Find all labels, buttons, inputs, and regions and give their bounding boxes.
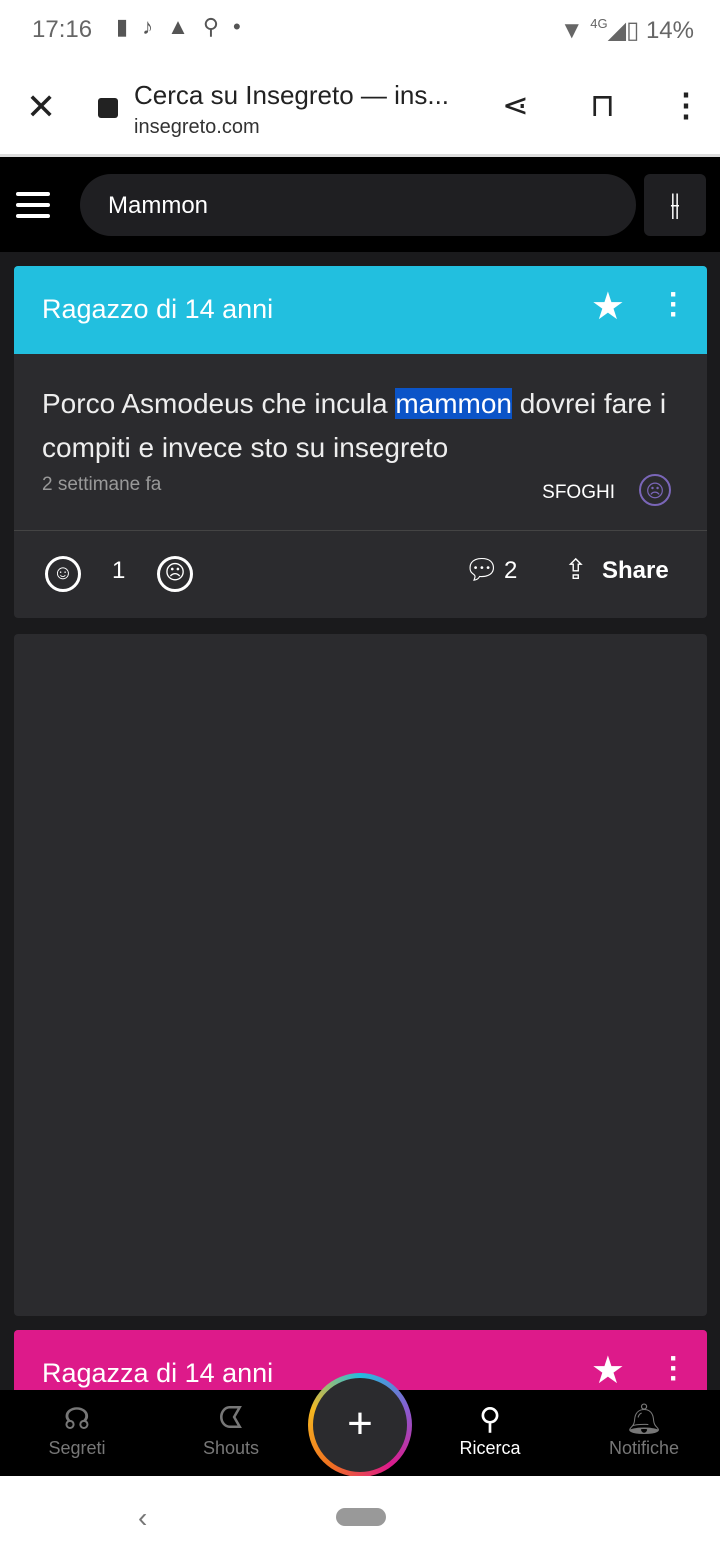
star-icon[interactable]: ★ (591, 284, 625, 329)
hamburger-menu-icon[interactable] (16, 192, 50, 225)
more-icon[interactable]: · · · (669, 280, 679, 330)
share-button[interactable]: Share (602, 557, 669, 585)
post-actions: ☺ 1 ☹ 💬︎ 2 ⇪ Share (14, 530, 707, 618)
search-icon: ⚲ (479, 1403, 501, 1436)
post-card: Ragazzo di 14 anni ★ · · · Porco Asmodeus … (14, 266, 707, 618)
post-header: Ragazzo di 14 anni ★ · · · (14, 266, 707, 354)
signal-icon: ◢ (607, 17, 627, 44)
status-time: 17:16 (32, 16, 93, 43)
post-meta: 2 settimane fa SFOGHI ☹ (14, 474, 707, 520)
post-author: Ragazzo di 14 anni (42, 294, 274, 324)
nav-label: Segreti (48, 1438, 106, 1458)
post-time: 2 settimane fa (42, 474, 162, 495)
add-post-button[interactable]: + (308, 1373, 412, 1477)
notification-icons: ▮♪▲⚲• (116, 14, 255, 39)
post-text: Porco Asmodeus che incula mammon dovrei … (14, 354, 707, 470)
more-icon[interactable]: · · · (669, 1344, 679, 1394)
post-text-start: Porco Asmodeus che incula (42, 388, 396, 419)
bell-icon: 🔔︎ (624, 1403, 664, 1436)
status-right: ▼ 4G◢▯ 14% (560, 16, 694, 45)
share-icon[interactable]: ⋖ (502, 86, 529, 124)
comment-icon[interactable]: 💬︎ (464, 553, 500, 586)
home-pill[interactable] (336, 1508, 386, 1526)
dislike-icon[interactable]: ☹ (157, 556, 193, 592)
nav-shouts[interactable]: ᗧ Shouts (176, 1402, 286, 1459)
browser-toolbar: ✕ Cerca su Insegreto — ins... insegreto.… (0, 60, 720, 157)
bookmark-icon[interactable]: ⊓ (590, 86, 615, 124)
star-icon[interactable]: ★ (591, 1348, 625, 1393)
like-icon[interactable]: ☺ (45, 556, 81, 592)
nav-label: Shouts (202, 1438, 260, 1458)
ad-placeholder (14, 634, 707, 1316)
network-type: 4G (590, 16, 608, 31)
plus-icon: + (313, 1378, 407, 1472)
nav-ricerca[interactable]: ⚲ Ricerca (435, 1402, 545, 1459)
nav-label: Ricerca (459, 1438, 521, 1458)
search-highlight: mammon (395, 388, 513, 419)
search-input[interactable]: Mammon (80, 174, 636, 236)
lock-icon (98, 98, 118, 118)
battery-icon: ▯ (626, 17, 640, 44)
page-domain[interactable]: insegreto.com (134, 116, 260, 139)
nav-label: Notifiche (608, 1438, 680, 1458)
more-icon[interactable]: ⋮ (670, 86, 702, 124)
page-title[interactable]: Cerca su Insegreto — ins... (134, 80, 449, 111)
close-icon[interactable]: ✕ (26, 86, 56, 128)
comment-count[interactable]: 2 (504, 557, 517, 585)
post-author: Ragazza di 14 anni (42, 1358, 274, 1388)
angry-face-icon: ☹ (639, 474, 671, 506)
back-icon[interactable]: ‹ (138, 1502, 147, 1534)
results-feed: Ragazzo di 14 anni ★ · · · Porco Asmodeus … (0, 252, 720, 1430)
post-category[interactable]: SFOGHI (542, 482, 615, 504)
site-header: Mammon ⫲ (0, 160, 720, 252)
speech-mask-icon: ☊ (63, 1403, 91, 1436)
like-count: 1 (112, 557, 126, 584)
battery-level: 14% (645, 17, 694, 44)
nav-notifiche[interactable]: 🔔︎ Notifiche (589, 1402, 699, 1459)
filter-sliders-icon[interactable]: ⫲ (644, 174, 706, 236)
shout-icon: ᗧ (218, 1402, 244, 1435)
status-bar: 17:16 ▮♪▲⚲• ▼ 4G◢▯ 14% (0, 0, 720, 60)
system-nav-bar: ‹ (0, 1476, 720, 1560)
wifi-icon: ▼ (559, 17, 584, 44)
nav-segreti[interactable]: ☊ Segreti (22, 1402, 132, 1459)
share-icon[interactable]: ⇪ (564, 553, 587, 586)
